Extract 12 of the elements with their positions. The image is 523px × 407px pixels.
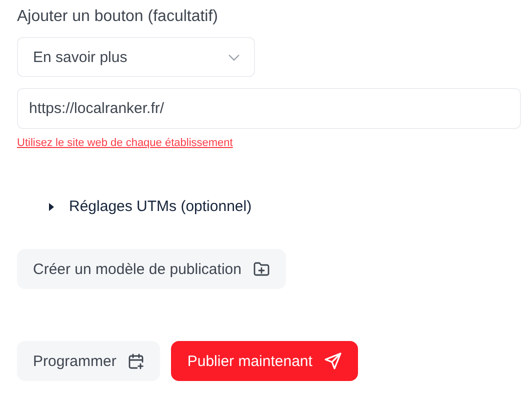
chevron-down-icon <box>228 54 240 60</box>
url-field[interactable]: https://localranker.fr/ <box>17 88 521 129</box>
button-type-dropdown[interactable]: En savoir plus <box>17 37 255 77</box>
calendar-plus-icon <box>128 352 144 370</box>
publish-button[interactable]: Publier maintenant <box>171 341 358 381</box>
create-template-button[interactable]: Créer un modèle de publication <box>17 249 286 289</box>
folder-plus-icon <box>253 261 270 277</box>
hint-link[interactable]: Utilisez le site web de chaque établissement <box>17 137 233 149</box>
send-icon <box>324 352 342 370</box>
utm-settings-toggle[interactable]: Réglages UTMs (optionnel) <box>48 198 252 215</box>
field-label: Ajouter un bouton (facultatif) <box>17 7 220 27</box>
schedule-button[interactable]: Programmer <box>17 341 160 381</box>
